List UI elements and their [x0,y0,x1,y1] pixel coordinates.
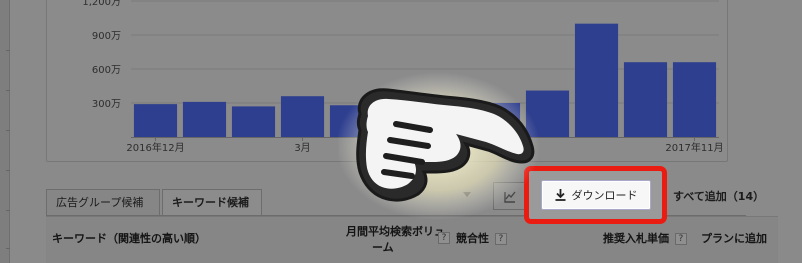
x-tick-label: 3月 [294,142,310,154]
chart-bar[interactable] [182,101,227,137]
help-icon[interactable]: ? [438,232,450,244]
y-tick-label: 600万 [92,65,121,76]
column-header-suggested-bid-label: 推奨入札単価 [603,232,669,245]
column-header-competition-label: 競合性 [456,232,489,245]
download-icon [555,189,565,201]
help-icon[interactable]: ? [674,233,687,245]
column-header-suggested-bid[interactable]: 推奨入札単価 ? [603,230,687,246]
help-icon[interactable]: ? [494,233,507,245]
download-button-label: ダウンロード [571,189,638,202]
left-edge-panel [0,0,10,263]
y-tick-label: 900万 [92,31,121,42]
y-tick-label: 1,200万 [82,0,121,8]
add-all-button[interactable]: すべて追加（14） [673,188,764,204]
pointing-hand-icon [338,72,540,220]
chart-bar[interactable] [623,62,668,137]
chart-bar[interactable] [133,104,178,137]
keyword-table: キーワード（関連性の高い順） 月間平均検索ボリュ ーム ? 競合性 ? 推奨入札… [46,216,778,263]
column-header-monthly-volume[interactable]: 月間平均検索ボリュ ーム ? [346,223,450,255]
column-header-competition[interactable]: 競合性 ? [456,230,507,246]
column-header-keyword[interactable]: キーワード（関連性の高い順） [52,230,206,246]
column-header-monthly-volume-line2: ーム [372,241,394,254]
y-tick-label: 300万 [92,99,121,110]
chart-bar[interactable] [280,96,325,137]
column-header-add-to-plan[interactable]: プランに追加 [701,230,767,246]
x-tick-label: 2017年11月 [665,141,723,154]
tab-ad-group-ideas[interactable]: 広告グループ候補 [46,189,160,215]
chart-bar[interactable] [231,106,276,137]
tab-keyword-ideas[interactable]: キーワード候補 [162,189,262,216]
chart-bar[interactable] [672,62,717,137]
x-tick-label: 2016年12月 [126,141,184,154]
download-button[interactable]: ダウンロード [541,180,651,210]
column-header-monthly-volume-line1: 月間平均検索ボリュ [346,225,445,238]
chart-bar[interactable] [574,23,619,138]
